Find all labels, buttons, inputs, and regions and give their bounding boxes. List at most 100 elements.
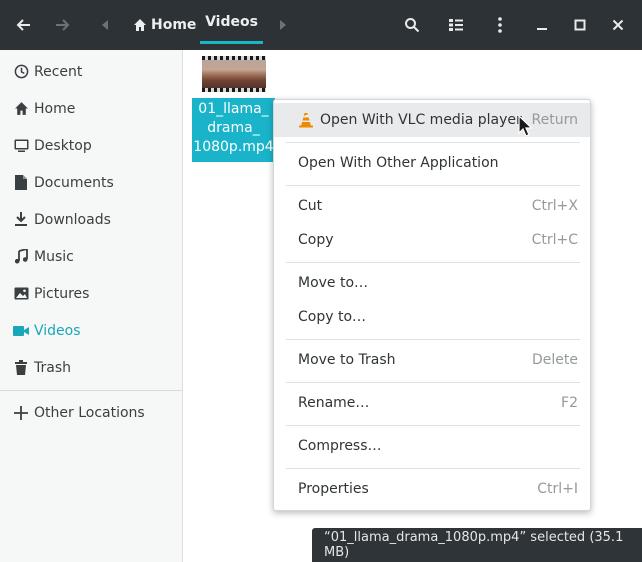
sidebar-item-recent[interactable]: Recent (0, 53, 183, 90)
sidebar-item-other-locations[interactable]: Other Locations (0, 394, 183, 431)
menu-separator (286, 185, 580, 186)
arrow-left-icon (16, 19, 30, 31)
sidebar-item-trash[interactable]: Trash (0, 349, 183, 386)
sidebar-item-label: Recent (34, 63, 83, 80)
menu-item-label: Properties (298, 481, 369, 497)
menu-item-copy-to[interactable]: Copy to… (274, 300, 590, 334)
breadcrumb-home-label: Home (151, 17, 197, 33)
list-view-icon (449, 19, 463, 31)
document-icon (13, 175, 29, 191)
menu-separator (286, 382, 580, 383)
menu-separator (286, 425, 580, 426)
home-icon (13, 101, 29, 117)
menu-item-move-to[interactable]: Move to… (274, 266, 590, 300)
sidebar-item-desktop[interactable]: Desktop (0, 127, 183, 164)
menu-item-move-to-trash[interactable]: Move to Trash Delete (274, 343, 590, 377)
menu-item-label: Rename… (298, 395, 370, 411)
selection-status-bar: “01_llama_drama_1080p.mp4” selected (35.… (312, 528, 642, 562)
file-name-label[interactable]: 01_llama_ drama_ 1080p.mp4 (192, 98, 275, 162)
menu-item-properties[interactable]: Properties Ctrl+I (274, 472, 590, 506)
sidebar-item-documents[interactable]: Documents (0, 164, 183, 201)
arrow-right-icon (56, 19, 70, 31)
search-icon (405, 18, 420, 33)
menu-item-rename[interactable]: Rename… F2 (274, 386, 590, 420)
image-icon (13, 286, 29, 302)
menu-separator (286, 142, 580, 143)
minimize-icon (537, 28, 547, 30)
menu-item-label: Copy (298, 232, 334, 248)
sidebar-item-label: Documents (34, 174, 114, 191)
vertical-dots-icon (498, 17, 502, 33)
close-icon (612, 19, 624, 31)
breadcrumb-home[interactable]: Home (133, 0, 196, 50)
sidebar-item-label: Videos (34, 322, 81, 339)
menu-item-shortcut: Ctrl+I (537, 481, 578, 497)
desktop-icon (13, 138, 29, 154)
menu-item-shortcut: Ctrl+X (531, 198, 578, 214)
menu-item-label: Move to… (298, 275, 369, 291)
sidebar-item-label: Desktop (34, 137, 92, 154)
menu-separator (286, 262, 580, 263)
status-text: “01_llama_drama_1080p.mp4” selected (35.… (324, 530, 624, 560)
menu-separator (286, 339, 580, 340)
sidebar-item-label: Pictures (34, 285, 90, 302)
file-name-line: 01_llama_ (198, 101, 269, 117)
menu-item-compress[interactable]: Compress… (274, 429, 590, 463)
download-icon (13, 212, 29, 228)
menu-item-copy[interactable]: Copy Ctrl+C (274, 223, 590, 257)
triangle-right-icon (280, 20, 286, 30)
sidebar-item-label: Home (34, 100, 76, 117)
breadcrumb-videos[interactable]: Videos (200, 0, 263, 44)
menu-item-label: Move to Trash (298, 352, 396, 368)
header-bar: Home Videos (0, 0, 642, 50)
sidebar-item-pictures[interactable]: Pictures (0, 275, 183, 312)
trash-icon (13, 360, 29, 376)
breadcrumb-scroll-right-button[interactable] (274, 0, 292, 50)
clock-icon (13, 64, 29, 80)
home-icon (134, 19, 146, 31)
sidebar-item-videos[interactable]: Videos (0, 312, 183, 349)
view-toggle-button[interactable] (440, 0, 472, 50)
video-thumbnail[interactable] (202, 56, 266, 92)
menu-item-label: Cut (298, 198, 323, 214)
minimize-button[interactable] (528, 0, 556, 50)
menu-item-label: Open With VLC media player (320, 112, 522, 128)
search-button[interactable] (396, 0, 428, 50)
triangle-left-icon (102, 20, 108, 30)
sidebar-item-music[interactable]: Music (0, 238, 183, 275)
file-name-line: 1080p.mp4 (193, 139, 274, 155)
music-icon (13, 249, 29, 265)
menu-item-shortcut: F2 (561, 395, 578, 411)
sidebar-item-home[interactable]: Home (0, 90, 183, 127)
plus-icon (13, 405, 29, 421)
back-button[interactable] (8, 0, 40, 50)
sidebar: Recent Home Desktop Documents Downloads … (0, 50, 183, 562)
menu-item-cut[interactable]: Cut Ctrl+X (274, 189, 590, 223)
close-button[interactable] (604, 0, 632, 50)
menu-item-open-with-vlc[interactable]: Open With VLC media player Return (274, 103, 590, 137)
context-menu: Open With VLC media player Return Open W… (273, 99, 591, 511)
breadcrumb-current-label: Videos (205, 14, 258, 30)
menu-button[interactable] (486, 0, 514, 50)
thumbnail-frame (202, 60, 266, 88)
file-name-line: drama_ (207, 120, 260, 136)
video-icon (13, 323, 29, 339)
menu-item-label: Open With Other Application (298, 155, 499, 171)
sidebar-item-label: Trash (34, 359, 71, 376)
maximize-button[interactable] (566, 0, 594, 50)
maximize-icon (574, 19, 586, 31)
menu-item-label: Copy to… (298, 309, 367, 325)
menu-item-shortcut: Delete (532, 352, 578, 368)
menu-item-shortcut: Ctrl+C (531, 232, 578, 248)
menu-item-open-with-other[interactable]: Open With Other Application (274, 146, 590, 180)
menu-item-shortcut: Return (531, 112, 578, 128)
breadcrumb-scroll-left-button[interactable] (96, 0, 114, 50)
forward-button[interactable] (46, 0, 78, 50)
sidebar-item-downloads[interactable]: Downloads (0, 201, 183, 238)
sidebar-item-label: Other Locations (34, 404, 145, 421)
sidebar-item-label: Downloads (34, 211, 111, 228)
sidebar-divider (0, 390, 183, 391)
sidebar-item-label: Music (34, 248, 74, 265)
vlc-icon (299, 113, 313, 128)
film-strip-bottom (202, 88, 266, 92)
